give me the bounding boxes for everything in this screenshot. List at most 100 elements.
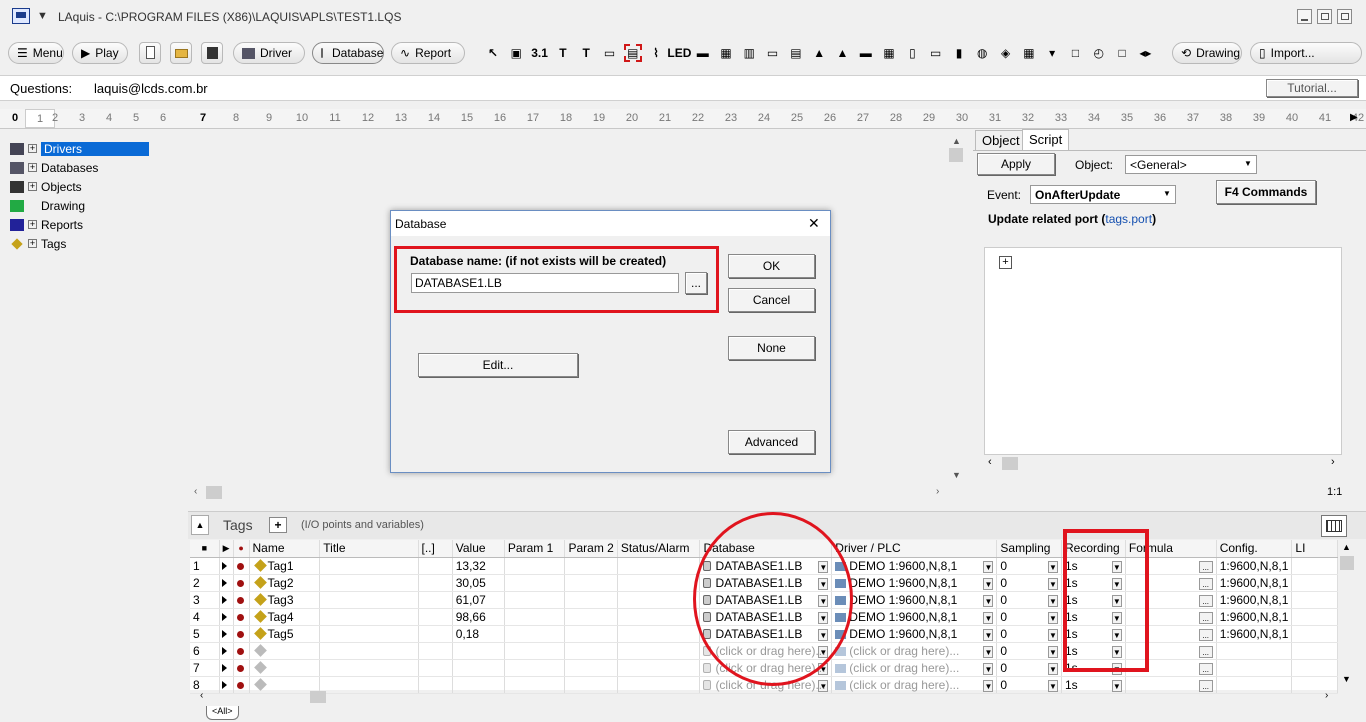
driver-plc-cell[interactable]: ▼ (click or drag here)...	[831, 659, 998, 677]
status-alarm-cell[interactable]	[617, 625, 701, 643]
event-select[interactable]: OnAfterUpdate ▼	[1030, 185, 1176, 204]
tutorial-button[interactable]: Tutorial...	[1266, 79, 1358, 97]
param2-cell[interactable]	[564, 642, 618, 660]
tag-value-cell[interactable]: 0,18	[452, 625, 505, 643]
config-cell[interactable]: 1:9600,N,8,1	[1216, 591, 1293, 609]
advanced-button[interactable]: Advanced	[728, 430, 815, 454]
alarm-flag-tool-icon[interactable]: ▬	[857, 44, 875, 62]
script-editor[interactable]: +	[984, 247, 1342, 455]
screen-tab-29[interactable]: 29	[914, 112, 944, 124]
sampling-cell[interactable]: ▼ 0	[996, 557, 1062, 575]
column-header-7[interactable]: Param 1	[504, 540, 566, 558]
param2-cell[interactable]	[564, 591, 618, 609]
tree-item-tags[interactable]: + Tags	[10, 234, 180, 253]
screen-tab-27[interactable]: 27	[848, 112, 878, 124]
tag-index-cell[interactable]	[418, 659, 453, 677]
grid-view-icon[interactable]	[1321, 515, 1347, 537]
f4-commands-button[interactable]: F4 Commands	[1216, 180, 1316, 204]
driver-plc-cell[interactable]: ▼ DEMO 1:9600,N,8,1	[831, 625, 998, 643]
formula-edit-button[interactable]: ...	[1198, 662, 1213, 675]
tag-value-cell[interactable]	[452, 659, 505, 677]
screen-tab-40[interactable]: 40	[1277, 112, 1307, 124]
screen-tab-21[interactable]: 21	[650, 112, 680, 124]
screen-tab-37[interactable]: 37	[1178, 112, 1208, 124]
select-pointer-tool-icon[interactable]: ↖	[484, 44, 502, 62]
browse-button[interactable]: ...	[685, 272, 707, 294]
none-button[interactable]: None	[728, 336, 815, 360]
row-expand-icon[interactable]	[219, 574, 234, 592]
tree-expander-icon[interactable]: +	[28, 144, 37, 153]
rectangle-tool-icon[interactable]: ◴	[1090, 44, 1108, 62]
screen-tab-36[interactable]: 36	[1145, 112, 1175, 124]
screen-tab-26[interactable]: 26	[815, 112, 845, 124]
database-button[interactable]: Database	[312, 42, 384, 64]
screen-tab-22[interactable]: 22	[683, 112, 713, 124]
tree-expander-icon[interactable]: +	[28, 182, 37, 191]
li-cell[interactable]	[1291, 591, 1338, 609]
screen-tab-12[interactable]: 12	[353, 112, 383, 124]
tab-all[interactable]: <All>	[206, 706, 239, 720]
app-icon[interactable]	[12, 8, 30, 24]
display-tool-icon[interactable]: 3.1	[531, 44, 549, 62]
valve-tool-icon[interactable]: ▭	[927, 44, 945, 62]
open-folder-button[interactable]	[170, 42, 192, 64]
sampling-cell[interactable]: ▼ 0	[996, 574, 1062, 592]
li-cell[interactable]	[1291, 642, 1338, 660]
chevron-down-icon[interactable]: ▼	[983, 611, 994, 624]
report-button[interactable]: ∿ Report	[391, 42, 465, 64]
formula-edit-button[interactable]: ...	[1198, 577, 1213, 590]
tag-name-cell[interactable]: Tag4	[249, 608, 321, 626]
tag-title-cell[interactable]	[319, 608, 419, 626]
param2-cell[interactable]	[564, 574, 618, 592]
tag-title-cell[interactable]	[319, 625, 419, 643]
tree-item-objects[interactable]: + Objects	[10, 177, 180, 196]
script-horizontal-scrollbar[interactable]: ‹ ›	[984, 456, 1342, 471]
screen-tab-41[interactable]: 41	[1310, 112, 1340, 124]
formula-edit-button[interactable]: ...	[1198, 628, 1213, 641]
row-expand-icon[interactable]	[219, 608, 234, 626]
tree-item-drivers[interactable]: + Drivers	[10, 139, 180, 158]
object-select[interactable]: <General> ▼	[1125, 155, 1257, 174]
screen-tab-16[interactable]: 16	[485, 112, 515, 124]
param1-cell[interactable]	[504, 557, 566, 575]
ok-button[interactable]: OK	[728, 254, 815, 278]
screen-tab-15[interactable]: 15	[452, 112, 482, 124]
driver-plc-cell[interactable]: ▼ DEMO 1:9600,N,8,1	[831, 557, 998, 575]
screen-tab-24[interactable]: 24	[749, 112, 779, 124]
driver-plc-cell[interactable]: ▼ DEMO 1:9600,N,8,1	[831, 591, 998, 609]
chevron-down-icon[interactable]: ▼	[1048, 560, 1058, 573]
status-alarm-cell[interactable]	[617, 608, 701, 626]
param1-cell[interactable]	[504, 642, 566, 660]
tag-value-cell[interactable]: 30,05	[452, 574, 505, 592]
level-tool-icon[interactable]: ▦	[880, 44, 898, 62]
new-file-button[interactable]	[139, 42, 161, 64]
column-header-4[interactable]: Title	[319, 540, 419, 558]
tag-title-cell[interactable]	[319, 591, 419, 609]
screen-tab-13[interactable]: 13	[386, 112, 416, 124]
save-button[interactable]	[201, 42, 223, 64]
screen-tab-18[interactable]: 18	[551, 112, 581, 124]
menu-button[interactable]: ☰ Menu	[8, 42, 64, 64]
progress-tool-icon[interactable]: ▮	[950, 44, 968, 62]
screen-tab-28[interactable]: 28	[881, 112, 911, 124]
chevron-down-icon[interactable]: ▼	[1048, 645, 1058, 658]
minimize-button[interactable]	[1297, 9, 1312, 24]
param2-cell[interactable]	[564, 608, 618, 626]
canvas-horizontal-scrollbar[interactable]: ‹ ›	[188, 485, 948, 500]
tag-value-cell[interactable]: 98,66	[452, 608, 505, 626]
add-tag-button[interactable]: +	[269, 517, 287, 533]
screen-tab-33[interactable]: 33	[1046, 112, 1076, 124]
close-icon[interactable]: ✕	[808, 215, 820, 232]
tag-index-cell[interactable]	[418, 608, 453, 626]
tags-port-link[interactable]: tags.port	[1105, 212, 1152, 226]
tag-name-cell[interactable]: Tag3	[249, 591, 321, 609]
screen-tab-7[interactable]: 7	[188, 112, 218, 124]
chevron-down-icon[interactable]: ▼	[983, 594, 994, 607]
row-expand-icon[interactable]	[219, 642, 234, 660]
tag-index-cell[interactable]	[418, 574, 453, 592]
tag-name-cell[interactable]: Tag2	[249, 574, 321, 592]
column-header-16[interactable]: LI	[1291, 540, 1338, 558]
config-cell[interactable]: 1:9600,N,8,1	[1216, 557, 1293, 575]
driver-plc-cell[interactable]: ▼ (click or drag here)...	[831, 642, 998, 660]
collapse-icon[interactable]: ▲	[191, 515, 209, 535]
